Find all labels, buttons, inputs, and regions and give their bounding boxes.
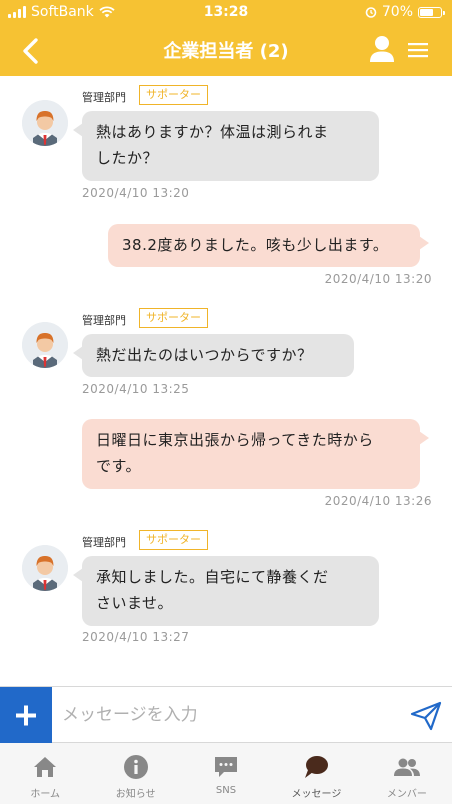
send-icon bbox=[410, 701, 442, 731]
avatar[interactable] bbox=[22, 545, 68, 591]
avatar[interactable] bbox=[22, 322, 68, 368]
attach-button[interactable] bbox=[0, 687, 52, 744]
message-bubble[interactable]: 日曜日に東京出張から帰ってきた時から です。 bbox=[82, 419, 429, 489]
message-line: です。 bbox=[96, 457, 142, 475]
info-icon bbox=[123, 755, 148, 779]
tab-messages[interactable]: メッセージ bbox=[271, 743, 361, 804]
status-bar: SoftBank 13:28 70% bbox=[0, 0, 452, 26]
role-badge: サポーター bbox=[139, 308, 208, 328]
tab-home[interactable]: ホーム bbox=[0, 743, 90, 804]
sender-name: 管理部門 bbox=[82, 314, 126, 327]
members-button[interactable] bbox=[368, 34, 396, 64]
tab-label: SNS bbox=[215, 785, 237, 796]
tab-label: ホーム bbox=[30, 789, 61, 800]
tab-label: お知らせ bbox=[115, 789, 156, 800]
avatar[interactable] bbox=[22, 100, 68, 146]
message-line: 熱はありますか？体温は測られま bbox=[96, 123, 329, 141]
tab-members[interactable]: メンバー bbox=[362, 743, 452, 804]
tab-notices[interactable]: お知らせ bbox=[90, 743, 180, 804]
send-button[interactable] bbox=[410, 701, 442, 731]
message-line: 熱だ出たのはいつからですか？ bbox=[96, 346, 313, 364]
message-bubble[interactable]: 熱だ出たのはいつからですか？ bbox=[73, 334, 354, 377]
tab-label: メッセージ bbox=[291, 789, 342, 800]
hamburger-icon bbox=[408, 43, 428, 58]
plus-icon bbox=[16, 705, 36, 726]
role-badge: サポーター bbox=[139, 85, 208, 105]
message-timestamp: 2020/4/10 13:20 bbox=[82, 186, 190, 200]
message-line: さいませ。 bbox=[96, 594, 174, 612]
battery-icon bbox=[418, 6, 445, 18]
sender-name: 管理部門 bbox=[82, 91, 126, 104]
members-icon bbox=[393, 758, 420, 776]
alarm-icon bbox=[365, 7, 377, 18]
battery-level bbox=[420, 8, 434, 16]
message-icon bbox=[305, 756, 329, 778]
message-composer bbox=[0, 686, 452, 744]
person-avatar-icon bbox=[22, 100, 68, 146]
message-bubble[interactable]: 熱はありますか？体温は測られま したか？ bbox=[73, 111, 379, 181]
chat-header: 企業担当者 (2) bbox=[0, 26, 452, 76]
message-bubble[interactable]: 承知しました。自宅にて静養くだ さいませ。 bbox=[73, 556, 379, 626]
message-timestamp: 2020/4/10 13:20 bbox=[324, 272, 432, 286]
message-input[interactable] bbox=[60, 693, 404, 737]
battery-percent: 70% bbox=[381, 4, 413, 20]
home-icon bbox=[34, 757, 57, 777]
tab-label: メンバー bbox=[386, 789, 427, 800]
role-badge: サポーター bbox=[139, 530, 208, 550]
sender-name: 管理部門 bbox=[82, 536, 126, 549]
chat-bubble-icon bbox=[215, 757, 238, 777]
message-timestamp: 2020/4/10 13:26 bbox=[324, 494, 432, 508]
message-timestamp: 2020/4/10 13:25 bbox=[82, 382, 190, 396]
tab-sns[interactable]: SNS bbox=[181, 743, 271, 804]
message-line: 承知しました。自宅にて静養くだ bbox=[96, 568, 329, 586]
message-line: したか？ bbox=[96, 149, 159, 167]
person-icon bbox=[370, 36, 394, 62]
message-line: 38.2度ありました。咳も少し出ます。 bbox=[122, 236, 389, 254]
person-avatar-icon bbox=[22, 322, 68, 368]
message-bubble[interactable]: 38.2度ありました。咳も少し出ます。 bbox=[108, 224, 429, 267]
person-avatar-icon bbox=[22, 545, 68, 591]
message-line: 日曜日に東京出張から帰ってきた時から bbox=[96, 431, 374, 449]
top-bar: SoftBank 13:28 70% 企業担当者 (2) bbox=[0, 0, 452, 76]
menu-button[interactable] bbox=[406, 38, 430, 62]
message-timestamp: 2020/4/10 13:27 bbox=[82, 630, 190, 644]
tab-bar: ホーム お知らせ SNS メッセージ メンバー bbox=[0, 743, 452, 804]
